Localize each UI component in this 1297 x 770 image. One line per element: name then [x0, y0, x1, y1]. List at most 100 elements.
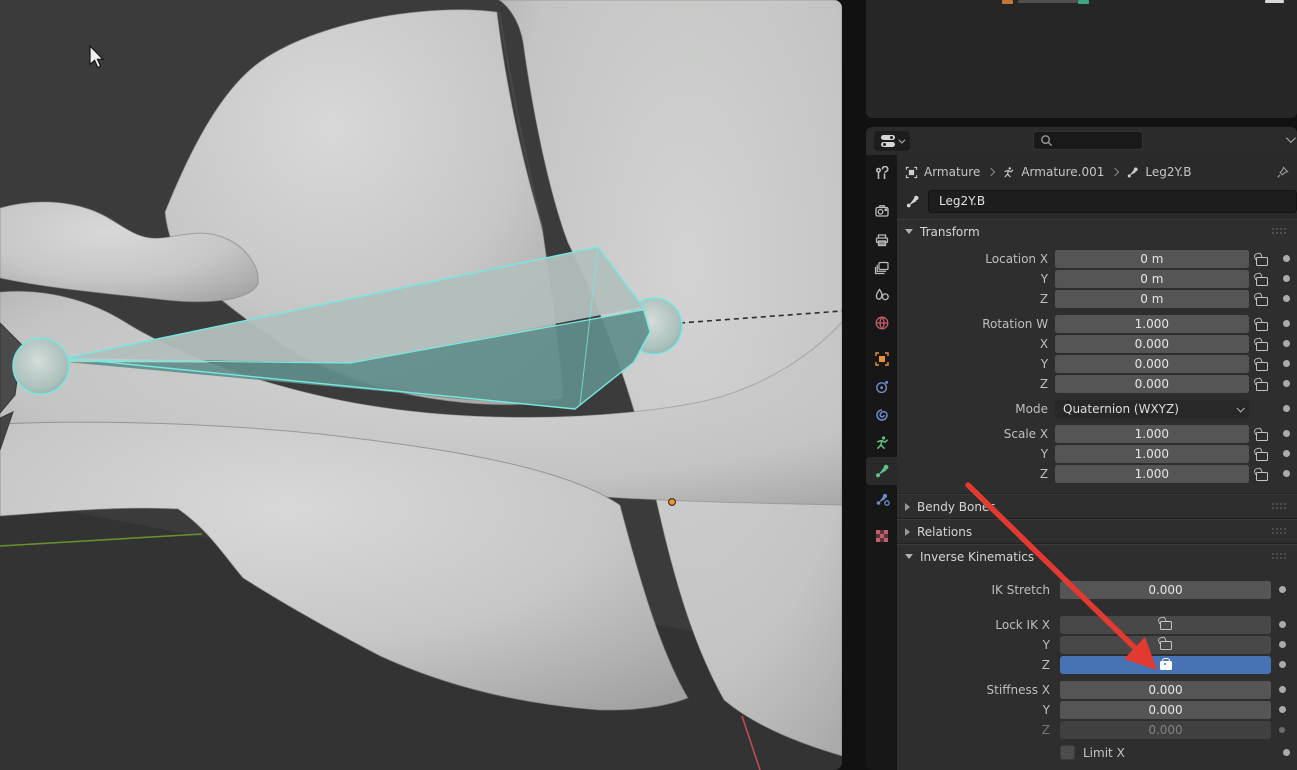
lock-toggle[interactable]: [1249, 377, 1276, 391]
decorator-dot[interactable]: [1275, 340, 1297, 347]
pin-icon[interactable]: [1276, 165, 1289, 179]
scale-z-field[interactable]: 1.000: [1055, 464, 1249, 483]
breadcrumb-item[interactable]: Armature: [924, 165, 980, 179]
panel-grip-icon[interactable]: [1272, 228, 1287, 235]
lock-toggle[interactable]: [1249, 252, 1276, 266]
rotation-w-field[interactable]: 1.000: [1055, 314, 1249, 333]
rotation-x-field[interactable]: 0.000: [1055, 334, 1249, 353]
property-row-limit-x: Limit X: [897, 743, 1297, 762]
decorator-dot[interactable]: [1275, 450, 1297, 457]
editor-type-button[interactable]: [874, 131, 910, 151]
search-input[interactable]: [1033, 131, 1143, 150]
decorator-dot[interactable]: [1275, 360, 1297, 367]
tab-constraints[interactable]: [866, 373, 897, 401]
decorator-dot[interactable]: [1271, 621, 1293, 628]
3d-viewport[interactable]: [0, 0, 842, 770]
panel-grip-icon[interactable]: [1272, 553, 1287, 560]
panel-grip-icon[interactable]: [1272, 503, 1287, 510]
decorator-dot[interactable]: [1271, 706, 1293, 713]
lock-toggle[interactable]: [1249, 337, 1276, 351]
scale-x-field[interactable]: 1.000: [1055, 424, 1249, 443]
tab-object-data[interactable]: [866, 429, 897, 457]
tab-scene[interactable]: [866, 281, 897, 309]
object-icon: [874, 352, 889, 366]
decorator-dot[interactable]: [1275, 275, 1297, 282]
properties-header: [866, 127, 1297, 155]
tab-view-layer[interactable]: [866, 254, 897, 282]
ik-stretch-field[interactable]: 0.000: [1060, 580, 1271, 599]
outliner-object-icon[interactable]: [1002, 0, 1013, 4]
texture-icon: [875, 530, 888, 542]
property-row-lock-ik-x: Lock IK X: [897, 615, 1297, 634]
lock-toggle[interactable]: [1249, 292, 1276, 306]
lock-toggle[interactable]: [1249, 272, 1276, 286]
tab-tool[interactable]: [866, 160, 897, 188]
lock-ik-y-toggle[interactable]: [1060, 635, 1271, 654]
panel-relations: Relations: [897, 519, 1297, 544]
panel-header-relations[interactable]: Relations: [897, 520, 1297, 543]
scale-y-field[interactable]: 1.000: [1055, 444, 1249, 463]
collapse-chevron-icon: [905, 554, 913, 559]
rotation-mode-dropdown[interactable]: Quaternion (WXYZ): [1055, 399, 1249, 418]
lock-ik-z-toggle[interactable]: [1060, 655, 1271, 674]
lock-ik-x-toggle[interactable]: [1060, 615, 1271, 634]
outliner-visibility-icon[interactable]: [1078, 0, 1089, 4]
bone-constraints-icon: [876, 493, 890, 506]
tab-physics[interactable]: [866, 401, 897, 429]
bone-name-input[interactable]: Leg2Y.B: [928, 189, 1297, 213]
unlock-icon: [1255, 431, 1268, 441]
decorator-dot[interactable]: [1271, 586, 1293, 593]
decorator-dot[interactable]: [1275, 470, 1297, 477]
panel-header-inverse-kinematics[interactable]: Inverse Kinematics: [897, 545, 1297, 568]
lock-toggle[interactable]: [1249, 317, 1276, 331]
location-z-field[interactable]: 0 m: [1055, 289, 1249, 308]
decorator-dot[interactable]: [1275, 749, 1297, 756]
stiffness-x-field[interactable]: 0.000: [1060, 680, 1271, 699]
limit-x-checkbox[interactable]: [1060, 745, 1075, 760]
outliner-row-label[interactable]: [1018, 0, 1084, 3]
decorator-dot[interactable]: [1271, 661, 1293, 668]
properties-content: Armature Armature.001 Leg2Y.B Leg2Y.B Tr…: [897, 155, 1297, 770]
tab-world[interactable]: [866, 309, 897, 337]
tab-texture[interactable]: [866, 522, 897, 550]
location-x-field[interactable]: 0 m: [1055, 249, 1249, 268]
decorator-dot[interactable]: [1275, 380, 1297, 387]
rotation-y-field[interactable]: 0.000: [1055, 354, 1249, 373]
panel-grip-icon[interactable]: [1272, 528, 1287, 535]
decorator-dot[interactable]: [1275, 405, 1297, 412]
decorator-dot[interactable]: [1275, 255, 1297, 262]
tab-object[interactable]: [866, 345, 897, 373]
armature-icon: [1004, 166, 1014, 177]
stiffness-y-field[interactable]: 0.000: [1060, 700, 1271, 719]
decorator-dot[interactable]: [1275, 430, 1297, 437]
property-row-lock-ik-z: Z: [897, 655, 1297, 674]
tab-bone[interactable]: [866, 457, 897, 485]
property-row-lock-ik-y: Y: [897, 635, 1297, 654]
lock-toggle[interactable]: [1249, 357, 1276, 371]
tab-output[interactable]: [866, 226, 897, 254]
breadcrumb-item[interactable]: Armature.001: [1021, 165, 1104, 179]
tab-bone-constraints[interactable]: [866, 485, 897, 513]
lock-toggle[interactable]: [1249, 467, 1276, 481]
breadcrumb-item[interactable]: Leg2Y.B: [1145, 165, 1191, 179]
header-options-chevron-icon[interactable]: [1285, 133, 1296, 144]
lock-toggle[interactable]: [1249, 447, 1276, 461]
decorator-dot[interactable]: [1271, 686, 1293, 693]
unlock-icon: [1255, 256, 1268, 266]
panel-header-bendy-bones[interactable]: Bendy Bones: [897, 495, 1297, 518]
decorator-dot[interactable]: [1271, 726, 1293, 733]
decorator-dot[interactable]: [1275, 320, 1297, 327]
panel-header-transform[interactable]: Transform: [897, 220, 1297, 243]
panel-title: Transform: [920, 224, 980, 239]
rotation-z-field[interactable]: 0.000: [1055, 374, 1249, 393]
bone-icon: [875, 464, 888, 478]
tab-render[interactable]: [866, 197, 897, 225]
outliner-filter-icon[interactable]: [1265, 0, 1284, 3]
lock-toggle[interactable]: [1249, 427, 1276, 441]
location-y-field[interactable]: 0 m: [1055, 269, 1249, 288]
bone-head-joint[interactable]: [12, 337, 70, 395]
editor-gutter[interactable]: [842, 0, 866, 770]
decorator-dot[interactable]: [1271, 641, 1293, 648]
property-row-location-x: Location X 0 m: [897, 249, 1297, 268]
decorator-dot[interactable]: [1275, 295, 1297, 302]
